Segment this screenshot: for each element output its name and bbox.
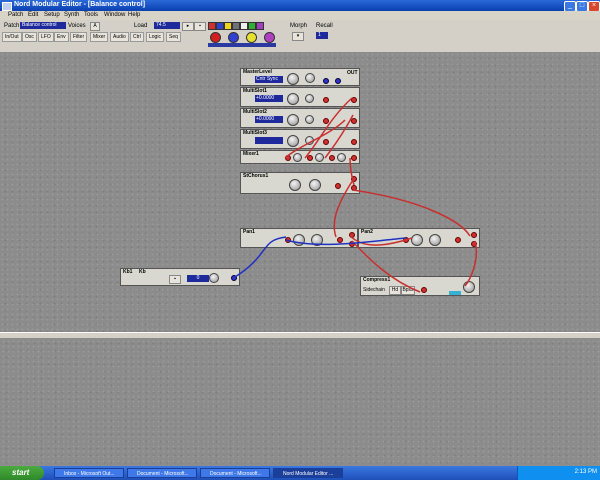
task-word-2[interactable]: Document - Microsoft... xyxy=(200,468,270,478)
system-tray: 2:13 PM xyxy=(517,466,600,480)
cable-red-3 xyxy=(324,114,354,159)
patch-cables xyxy=(234,97,477,293)
taskbar: start Inbox - Microsoft Out... Document … xyxy=(0,466,600,480)
task-word-1[interactable]: Document - Microsoft... xyxy=(127,468,197,478)
start-button[interactable]: start xyxy=(0,466,44,480)
cable-blue-1 xyxy=(234,236,287,278)
task-nord-editor[interactable]: Nord Modular Editor ... xyxy=(273,468,343,478)
cable-red-8 xyxy=(351,240,421,293)
cable-red-9 xyxy=(464,240,477,287)
cable-red-5 xyxy=(333,179,354,238)
task-outlook[interactable]: Inbox - Microsoft Out... xyxy=(54,468,124,478)
clock: 2:13 PM xyxy=(574,469,597,475)
cable-red-6 xyxy=(352,189,471,237)
cable-red-1 xyxy=(284,119,346,159)
